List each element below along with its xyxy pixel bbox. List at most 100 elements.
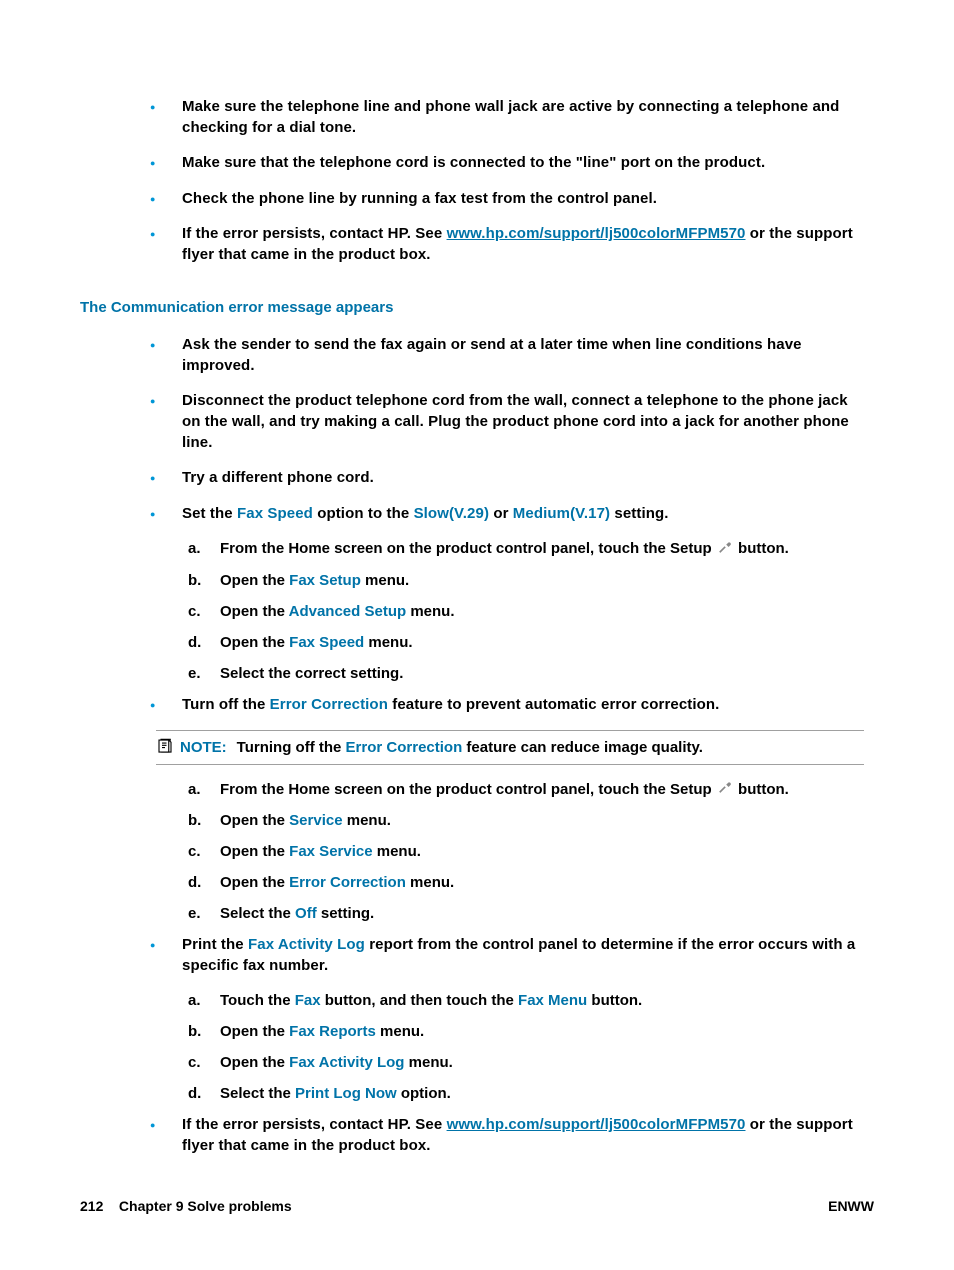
step-item: a. Touch the Fax button, and then touch … [188,990,864,1011]
text-fragment: menu. [406,603,454,620]
list-item: If the error persists, contact HP. See w… [150,223,864,265]
footer-right: ENWW [828,1198,874,1214]
step-marker: b. [188,810,220,831]
ui-term: Fax Speed [237,505,313,522]
ui-term: Error Correction [289,874,406,891]
bullet-list-ec: Turn off the Error Correction feature to… [150,694,864,716]
text-fragment: Select the correct setting. [220,663,403,684]
page-footer: 212 Chapter 9 Solve problems ENWW [80,1198,874,1214]
ui-term: Advanced Setup [289,603,407,620]
text-fragment: menu. [361,572,409,589]
step-marker: c. [188,1052,220,1073]
text-fragment: If the error persists, contact HP. See [182,225,447,242]
text-fragment: Turn off the [182,696,270,713]
list-item: Make sure that the telephone cord is con… [150,152,864,174]
list-item: Ask the sender to send the fax again or … [150,334,864,376]
list-item-text: Ask the sender to send the fax again or … [182,334,864,376]
text-fragment: If the error persists, contact HP. See [182,1116,447,1133]
bullet-icon [150,1114,182,1136]
wrench-icon [718,539,732,560]
ui-term: Fax Activity Log [289,1054,404,1071]
step-item: e. Select the correct setting. [188,663,864,684]
text-fragment: button. [734,540,789,557]
step-item: b. Open the Service menu. [188,810,864,831]
list-item: Set the Fax Speed option to the Slow(V.2… [150,503,864,525]
ui-term: Error Correction [346,739,463,756]
page-number: 212 [80,1198,103,1214]
list-item-text: Make sure that the telephone cord is con… [182,152,765,173]
ui-term: Slow(V.29) [414,505,489,522]
text-fragment: button. [587,992,642,1009]
text-fragment: menu. [373,843,421,860]
text-fragment: Open the [220,572,289,589]
bullet-icon [150,188,182,210]
text-fragment: feature to prevent automatic error corre… [388,696,719,713]
step-marker: b. [188,570,220,591]
ui-term: Fax Activity Log [248,936,365,953]
step-marker: d. [188,1083,220,1104]
step-item: a. From the Home screen on the product c… [188,538,864,560]
text-fragment: Turning off the [237,739,346,756]
support-link[interactable]: www.hp.com/support/lj500colorMFPM570 [447,1116,746,1133]
step-marker: d. [188,872,220,893]
ui-term: Fax [295,992,321,1009]
ui-term: Print Log Now [295,1085,397,1102]
text-fragment: menu. [406,874,454,891]
ui-term: Fax Menu [518,992,587,1009]
text-fragment: feature can reduce image quality. [462,739,703,756]
footer-left: 212 Chapter 9 Solve problems [80,1198,292,1214]
text-fragment: menu. [376,1023,424,1040]
support-link[interactable]: www.hp.com/support/lj500colorMFPM570 [447,225,746,242]
step-item: e. Select the Off setting. [188,903,864,924]
step-item: d. Open the Fax Speed menu. [188,632,864,653]
bullet-icon [150,503,182,525]
step-marker: a. [188,779,220,800]
bullet-icon [150,223,182,245]
list-item: Make sure the telephone line and phone w… [150,96,864,138]
text-fragment: Touch the [220,992,295,1009]
text-fragment: Open the [220,874,289,891]
bullet-icon [150,934,182,956]
text-fragment: option. [397,1085,451,1102]
text-fragment: button. [734,781,789,798]
step-marker: a. [188,538,220,559]
note-callout: NOTE:Turning off the Error Correction fe… [156,730,864,765]
ui-term: Fax Reports [289,1023,376,1040]
ui-term: Fax Setup [289,572,361,589]
bullet-icon [150,152,182,174]
bullet-list-main: Ask the sender to send the fax again or … [150,334,864,524]
step-item: d. Select the Print Log Now option. [188,1083,864,1104]
bullet-icon [150,390,182,412]
bullet-icon [150,694,182,716]
ordered-steps: a. From the Home screen on the product c… [188,538,864,684]
step-item: b. Open the Fax Setup menu. [188,570,864,591]
step-marker: c. [188,601,220,622]
step-item: b. Open the Fax Reports menu. [188,1021,864,1042]
text-fragment: Open the [220,634,289,651]
list-item-text: Make sure the telephone line and phone w… [182,96,864,138]
list-item: Try a different phone cord. [150,467,864,489]
text-fragment: Open the [220,1054,289,1071]
text-fragment: Open the [220,603,289,620]
step-marker: e. [188,903,220,924]
text-fragment: or [489,505,513,522]
ui-term: Error Correction [270,696,388,713]
bullet-list-final: If the error persists, contact HP. See w… [150,1114,864,1156]
step-item: c. Open the Fax Activity Log menu. [188,1052,864,1073]
step-marker: b. [188,1021,220,1042]
list-item: Print the Fax Activity Log report from t… [150,934,864,976]
step-marker: e. [188,663,220,684]
text-fragment: Open the [220,1023,289,1040]
bullet-icon [150,467,182,489]
text-fragment: menu. [404,1054,452,1071]
text-fragment: Select the [220,905,295,922]
ui-term: Fax Service [289,843,372,860]
step-item: c. Open the Advanced Setup menu. [188,601,864,622]
list-item: If the error persists, contact HP. See w… [150,1114,864,1156]
text-fragment: From the Home screen on the product cont… [220,540,716,557]
step-item: c. Open the Fax Service menu. [188,841,864,862]
text-fragment: Open the [220,812,289,829]
list-item-text: Disconnect the product telephone cord fr… [182,390,864,453]
list-item: Turn off the Error Correction feature to… [150,694,864,716]
ui-term: Medium(V.17) [513,505,610,522]
